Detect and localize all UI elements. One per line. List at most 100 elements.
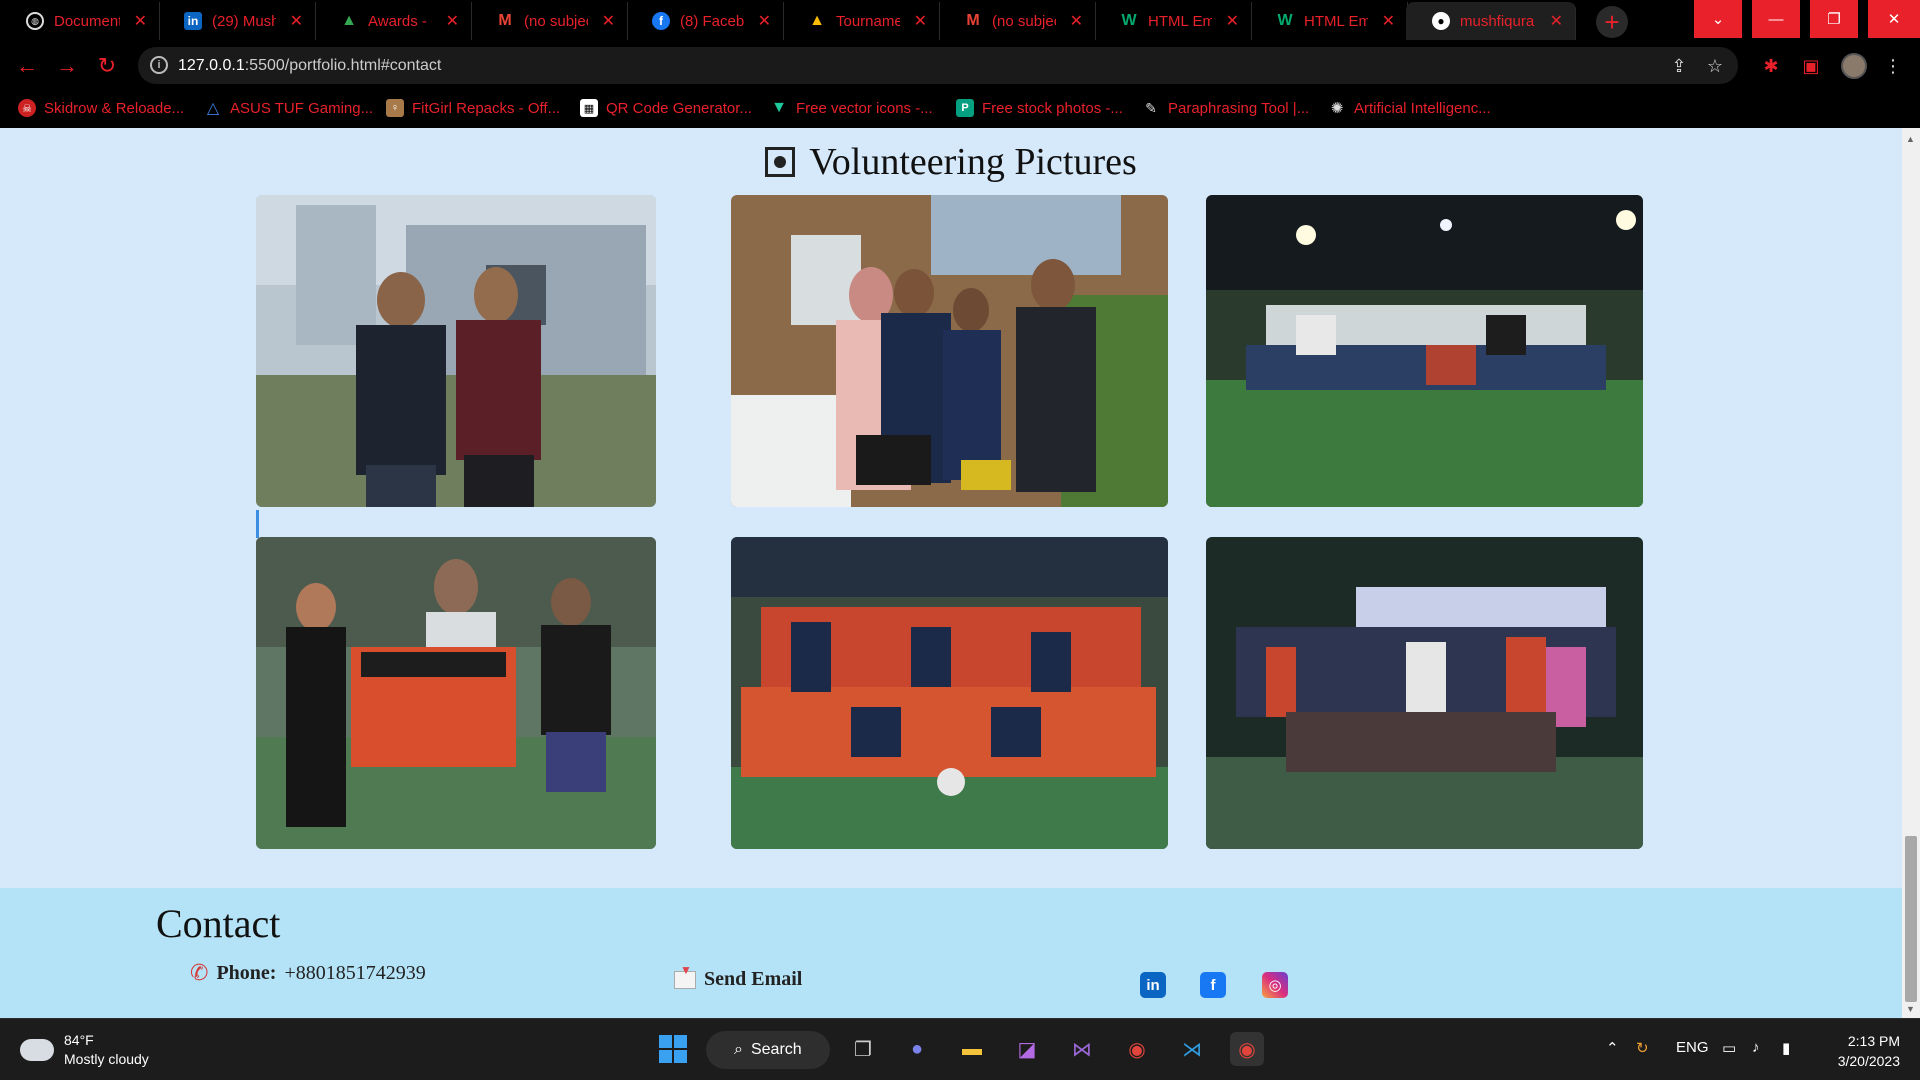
bookmark-skidrow[interactable]: ☠ Skidrow & Reloade... (18, 99, 184, 117)
minimize-button[interactable]: — (1752, 0, 1800, 38)
close-icon[interactable]: ✕ (134, 11, 147, 31)
bookmark-label: Free vector icons -... (796, 99, 933, 117)
battery-icon[interactable]: ▮ (1782, 1039, 1790, 1057)
avatar[interactable] (1841, 53, 1867, 79)
globe-icon: ◍ (26, 12, 44, 30)
close-icon[interactable]: ✕ (1226, 11, 1239, 31)
page-viewport: Volunteering Pictures Contact ✆ Phone: +… (0, 128, 1902, 1018)
star-icon[interactable]: ☆ (1704, 55, 1726, 77)
taskbar-search[interactable]: ⌕ Search (706, 1031, 830, 1069)
visual-studio-icon[interactable]: ⋈ (1065, 1032, 1099, 1066)
bookmark-flaticon[interactable]: ▼ Free vector icons -... (770, 99, 933, 117)
close-icon[interactable]: ✕ (914, 11, 927, 31)
volunteer-photo-4 (256, 537, 656, 849)
language-indicator[interactable]: ENG (1676, 1039, 1709, 1056)
reload-button[interactable]: ↻ (94, 53, 120, 79)
vscode-icon[interactable]: ⋊ (1175, 1032, 1209, 1066)
network-icon[interactable]: ▭ (1722, 1039, 1736, 1057)
tab-label: (8) Faceboo (680, 12, 744, 30)
close-icon[interactable]: ✕ (1070, 11, 1083, 31)
chrome-alt-icon[interactable]: ◉ (1120, 1032, 1154, 1066)
close-icon[interactable]: ✕ (446, 11, 459, 31)
search-icon: ⌕ (734, 1041, 743, 1058)
tab-w3-1[interactable]: W HTML Emo ✕ (1094, 2, 1252, 40)
bookmark-asus[interactable]: △ ASUS TUF Gaming... (204, 99, 373, 118)
file-explorer-icon[interactable]: ▬ (955, 1032, 989, 1066)
windows-icon (659, 1035, 687, 1063)
close-icon[interactable]: ✕ (1550, 11, 1563, 31)
close-icon[interactable]: ✕ (290, 11, 303, 31)
info-icon[interactable]: i (150, 56, 168, 74)
phone-info: ✆ Phone: +8801851742939 (190, 960, 426, 986)
sidepanel-icon[interactable]: ▣ (1800, 55, 1822, 77)
bookmark-label: Paraphrasing Tool |... (1168, 99, 1310, 117)
search-label: Search (750, 1041, 802, 1058)
scroll-up-icon[interactable]: ▲ (1906, 134, 1915, 144)
phone-icon: ✆ (190, 960, 209, 985)
forward-button[interactable]: → (54, 53, 80, 79)
text-cursor (256, 510, 259, 538)
github-icon: ● (1432, 12, 1450, 30)
bookmark-qr[interactable]: ▦ QR Code Generator... (580, 99, 752, 117)
close-window-button[interactable]: ✕ (1868, 0, 1920, 38)
tab-github-active[interactable]: ● mushfiqura ✕ (1406, 2, 1576, 40)
bookmarks-bar: ☠ Skidrow & Reloade... △ ASUS TUF Gaming… (0, 90, 1920, 128)
close-icon[interactable]: ✕ (758, 11, 771, 31)
tab-drive-awards[interactable]: ▲ Awards - G ✕ (314, 2, 472, 40)
bookmark-pexels[interactable]: P Free stock photos -... (956, 99, 1123, 117)
facebook-icon: f (652, 12, 670, 30)
cloud-sun-icon (16, 1031, 54, 1061)
tab-label: Tournamen (836, 12, 900, 30)
close-icon[interactable]: ✕ (602, 11, 615, 31)
page-scrollbar[interactable]: ▲ ▼ (1902, 128, 1920, 1018)
contact-heading: Contact (156, 901, 281, 946)
close-icon[interactable]: ✕ (1382, 11, 1395, 31)
task-view-icon[interactable]: ❐ (846, 1032, 880, 1066)
chrome-icon[interactable]: ◉ (1230, 1032, 1264, 1066)
share-icon[interactable]: ⇪ (1668, 55, 1690, 77)
teams-chat-icon[interactable]: ● (900, 1032, 934, 1066)
chevron-up-icon[interactable]: ⌃ (1606, 1039, 1619, 1057)
scroll-thumb[interactable] (1905, 836, 1917, 1002)
more-menu-icon[interactable]: ⋮ (1882, 55, 1904, 77)
start-button[interactable] (656, 1032, 690, 1066)
volunteer-photo-3 (1206, 195, 1643, 507)
app-icon[interactable]: ◪ (1010, 1032, 1044, 1066)
gmail-icon: M (966, 12, 980, 29)
tab-label: (no subject (524, 12, 588, 30)
weather-widget[interactable]: 84°F Mostly cloudy (16, 1031, 149, 1069)
tab-drive-tournament[interactable]: ▲ Tournamen ✕ (782, 2, 940, 40)
address-bar[interactable]: i 127.0.0.1:5500/portfolio.html#contact … (138, 47, 1738, 84)
tab-search-button[interactable]: ⌄ (1694, 0, 1742, 38)
tab-gmail-2[interactable]: M (no subject ✕ (938, 2, 1096, 40)
volume-icon[interactable]: ♪ (1752, 1039, 1760, 1056)
tab-facebook[interactable]: f (8) Faceboo ✕ (626, 2, 784, 40)
restore-button[interactable]: ❐ (1810, 0, 1858, 38)
url-text[interactable]: 127.0.0.1:5500/portfolio.html#contact (178, 57, 441, 75)
tab-label: (29) Mushfi (212, 12, 276, 30)
arrow-right-icon: → (56, 53, 78, 78)
bookmark-quillbot[interactable]: ✎ Paraphrasing Tool |... (1142, 99, 1309, 117)
url-path: :5500/portfolio.html#contact (244, 57, 442, 74)
send-email-link[interactable]: Send Email (674, 963, 802, 991)
drive-icon: ▲ (809, 12, 825, 29)
bookmark-openai[interactable]: ✺ Artificial Intelligenc... (1328, 99, 1491, 118)
arrow-left-icon: ← (16, 53, 38, 78)
w3-icon: W (1277, 12, 1293, 29)
bookmark-label: Free stock photos -... (982, 99, 1123, 117)
tab-linkedin[interactable]: in (29) Mushfi ✕ (158, 2, 316, 40)
bookmark-label: QR Code Generator... (606, 99, 752, 117)
tab-gmail-1[interactable]: M (no subject ✕ (470, 2, 628, 40)
linkedin-icon[interactable]: in (1140, 972, 1166, 998)
system-clock[interactable]: 2:13 PM 3/20/2023 (1820, 1031, 1900, 1071)
instagram-icon[interactable]: ◎ (1262, 972, 1288, 998)
new-tab-button[interactable]: + (1596, 6, 1628, 38)
extension-icon[interactable]: ✱ (1760, 55, 1782, 77)
back-button[interactable]: ← (14, 53, 40, 79)
scroll-down-icon[interactable]: ▼ (1906, 1004, 1915, 1014)
tab-w3-2[interactable]: W HTML Emo ✕ (1250, 2, 1408, 40)
sync-icon[interactable]: ↻ (1636, 1039, 1649, 1057)
tab-document[interactable]: ◍ Document ✕ (0, 2, 160, 40)
facebook-icon[interactable]: f (1200, 972, 1226, 998)
bookmark-fitgirl[interactable]: ♀ FitGirl Repacks - Off... (386, 99, 560, 117)
